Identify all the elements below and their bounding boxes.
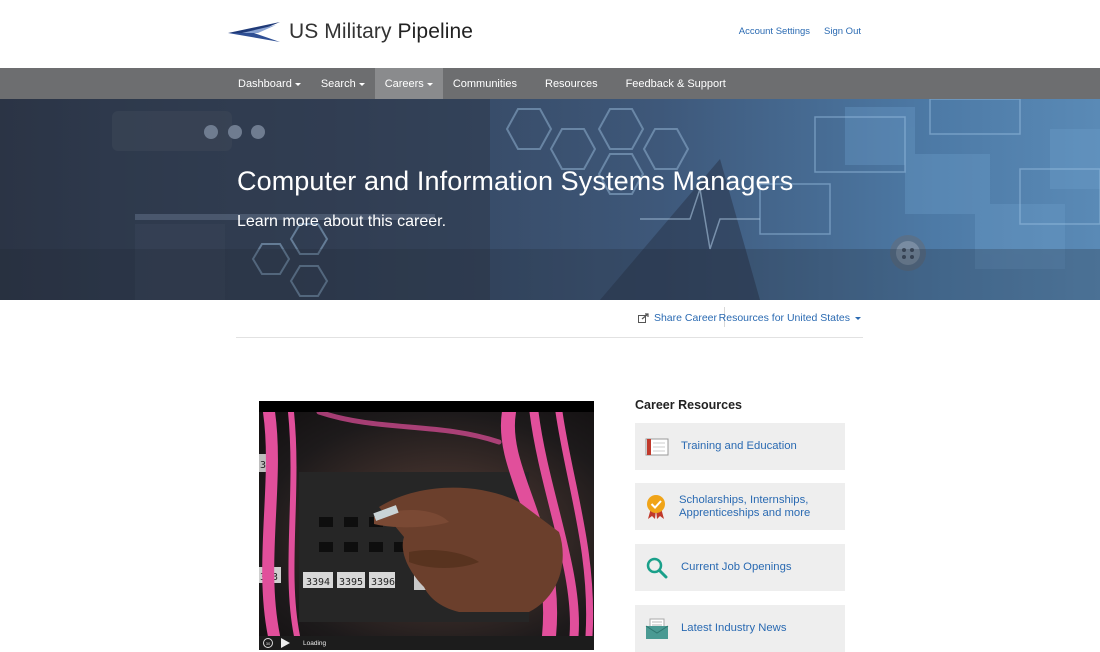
resources-for-prefix: Resources for (718, 312, 785, 324)
video-controls: 30 Loading (259, 636, 594, 650)
replay-icon[interactable]: 30 (263, 638, 273, 648)
account-links: Account Settings Sign Out (739, 26, 861, 37)
port-label-3394: 3394 (306, 577, 330, 588)
job-openings-label: Current Job Openings (681, 561, 792, 573)
career-action-bar: Share Career Resources for United States (236, 305, 863, 338)
main-nav: Dashboard Search Careers Communities Res… (0, 68, 1100, 99)
nav-feedback-support[interactable]: Feedback & Support (616, 68, 736, 99)
scholarships-card[interactable]: Scholarships, Internships, Apprenticeshi… (635, 483, 845, 530)
logo-text-bold: Pipeline (397, 20, 474, 43)
port-label-3395: 3395 (339, 577, 363, 588)
career-resources-heading: Career Resources (635, 398, 743, 412)
caret-down-icon (294, 82, 301, 86)
logo-text: US Military Pipeline (289, 20, 473, 44)
job-openings-card[interactable]: Current Job Openings (635, 544, 845, 591)
share-icon (637, 313, 649, 323)
nav-dashboard-label: Dashboard (238, 77, 292, 90)
industry-news-card[interactable]: Latest Industry News (635, 605, 845, 652)
nav-careers-label: Careers (384, 77, 424, 90)
hero-background-graphic (0, 99, 1100, 300)
nav-search-label: Search (320, 77, 356, 90)
scholarships-label: Scholarships, Internships, Apprenticeshi… (679, 493, 811, 519)
resources-for-dropdown[interactable]: Resources for United States (719, 312, 861, 324)
nav-resources-label: Resources (545, 77, 598, 90)
nav-dashboard[interactable]: Dashboard (228, 68, 311, 99)
play-icon[interactable] (281, 638, 290, 648)
site-header: US Military Pipeline Account Settings Si… (0, 0, 1100, 68)
video-frame: 330 393 3394 3395 3396 (259, 412, 594, 636)
caret-down-icon (855, 317, 861, 320)
site-logo[interactable]: US Military Pipeline (228, 20, 473, 44)
sign-out-link[interactable]: Sign Out (824, 26, 861, 37)
caret-down-icon (426, 82, 433, 86)
video-still-graphic: 330 393 3394 3395 3396 (259, 412, 594, 636)
logo-jet-icon (228, 22, 280, 42)
logo-text-light: US Military (289, 20, 392, 43)
award-ribbon-icon (645, 494, 667, 519)
envelope-news-icon (645, 617, 669, 641)
nav-communities-label: Communities (452, 77, 517, 90)
training-education-label: Training and Education (681, 440, 797, 452)
nav-search[interactable]: Search (311, 68, 375, 99)
nav-communities[interactable]: Communities (443, 68, 527, 99)
port-label-3396: 3396 (371, 577, 395, 588)
nav-careers[interactable]: Careers (374, 68, 443, 99)
resources-for-value: United States (786, 312, 850, 324)
video-status: Loading (303, 639, 327, 647)
nav-feedback-label: Feedback & Support (625, 77, 726, 90)
career-video-player[interactable]: 330 393 3394 3395 3396 30 Loading (259, 401, 594, 650)
account-settings-link[interactable]: Account Settings (739, 26, 810, 37)
book-icon (645, 435, 669, 459)
magnifier-icon (645, 556, 669, 580)
training-education-card[interactable]: Training and Education (635, 423, 845, 470)
hero-banner: Computer and Information Systems Manager… (0, 99, 1100, 300)
caret-down-icon (358, 82, 365, 86)
industry-news-label: Latest Industry News (681, 622, 787, 634)
nav-resources[interactable]: Resources (527, 68, 616, 99)
main-nav-items: Dashboard Search Careers Communities Res… (228, 68, 736, 99)
share-career-label: Share Career (653, 312, 717, 324)
share-career-button[interactable]: Share Career (637, 312, 717, 324)
career-title: Computer and Information Systems Manager… (237, 166, 794, 196)
career-subtitle: Learn more about this career. (237, 213, 447, 230)
